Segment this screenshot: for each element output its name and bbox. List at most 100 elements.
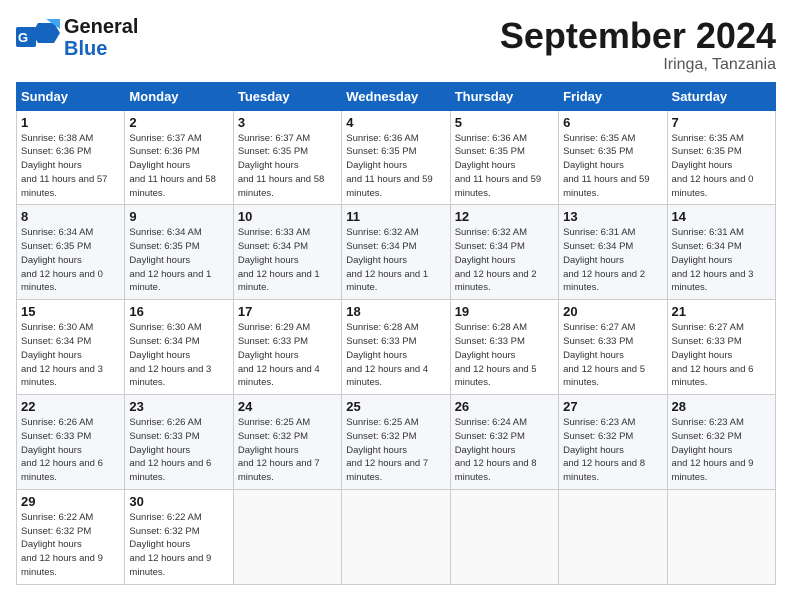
calendar-day-cell: 5 Sunrise: 6:36 AMSunset: 6:35 PMDaylight… <box>450 110 558 205</box>
day-number: 3 <box>238 115 337 130</box>
calendar-day-cell: 20 Sunrise: 6:27 AMSunset: 6:33 PMDayligh… <box>559 300 667 395</box>
day-info: Sunrise: 6:22 AMSunset: 6:32 PMDaylight … <box>21 511 120 580</box>
calendar-day-cell: 1 Sunrise: 6:38 AMSunset: 6:36 PMDaylight… <box>17 110 125 205</box>
calendar-day-cell: 18 Sunrise: 6:28 AMSunset: 6:33 PMDayligh… <box>342 300 450 395</box>
day-info: Sunrise: 6:22 AMSunset: 6:32 PMDaylight … <box>129 511 228 580</box>
day-info: Sunrise: 6:31 AMSunset: 6:34 PMDaylight … <box>672 226 771 295</box>
day-info: Sunrise: 6:36 AMSunset: 6:35 PMDaylight … <box>346 132 445 201</box>
logo-general: General <box>64 16 138 38</box>
day-number: 13 <box>563 209 662 224</box>
day-info: Sunrise: 6:25 AMSunset: 6:32 PMDaylight … <box>238 416 337 485</box>
day-info: Sunrise: 6:38 AMSunset: 6:36 PMDaylight … <box>21 132 120 201</box>
svg-text:G: G <box>18 30 28 45</box>
calendar-day-cell: 23 Sunrise: 6:26 AMSunset: 6:33 PMDayligh… <box>125 395 233 490</box>
logo-icon: G <box>16 19 60 57</box>
page-header: G General Blue September 2024 Iringa, Ta… <box>16 16 776 74</box>
day-number: 15 <box>21 304 120 319</box>
header-friday: Friday <box>559 82 667 110</box>
day-number: 1 <box>21 115 120 130</box>
day-number: 22 <box>21 399 120 414</box>
calendar-day-cell: 24 Sunrise: 6:25 AMSunset: 6:32 PMDayligh… <box>233 395 341 490</box>
title-block: September 2024 Iringa, Tanzania <box>500 16 776 74</box>
day-number: 11 <box>346 209 445 224</box>
day-number: 28 <box>672 399 771 414</box>
calendar-day-cell: 19 Sunrise: 6:28 AMSunset: 6:33 PMDayligh… <box>450 300 558 395</box>
day-info: Sunrise: 6:26 AMSunset: 6:33 PMDaylight … <box>21 416 120 485</box>
calendar-day-cell: 4 Sunrise: 6:36 AMSunset: 6:35 PMDaylight… <box>342 110 450 205</box>
calendar-day-cell: 11 Sunrise: 6:32 AMSunset: 6:34 PMDayligh… <box>342 205 450 300</box>
calendar-day-cell: 12Sunrise: 6:32 AMSunset: 6:34 PMDayligh… <box>450 205 558 300</box>
calendar-day-cell: 22 Sunrise: 6:26 AMSunset: 6:33 PMDayligh… <box>17 395 125 490</box>
calendar-day-cell: 21 Sunrise: 6:27 AMSunset: 6:33 PMDayligh… <box>667 300 775 395</box>
day-info: Sunrise: 6:33 AMSunset: 6:34 PMDaylight … <box>238 226 337 295</box>
day-number: 19 <box>455 304 554 319</box>
empty-cell <box>342 489 450 584</box>
day-number: 24 <box>238 399 337 414</box>
calendar-day-cell: 6 Sunrise: 6:35 AMSunset: 6:35 PMDaylight… <box>559 110 667 205</box>
day-info: Sunrise: 6:28 AMSunset: 6:33 PMDaylight … <box>346 321 445 390</box>
day-info: Sunrise: 6:27 AMSunset: 6:33 PMDaylight … <box>672 321 771 390</box>
calendar-day-cell: 29 Sunrise: 6:22 AMSunset: 6:32 PMDayligh… <box>17 489 125 584</box>
calendar-header-row: Sunday Monday Tuesday Wednesday Thursday… <box>17 82 776 110</box>
calendar-table: Sunday Monday Tuesday Wednesday Thursday… <box>16 82 776 585</box>
day-number: 10 <box>238 209 337 224</box>
day-info: Sunrise: 6:28 AMSunset: 6:33 PMDaylight … <box>455 321 554 390</box>
calendar-week-row: 29 Sunrise: 6:22 AMSunset: 6:32 PMDayligh… <box>17 489 776 584</box>
calendar-day-cell: 28 Sunrise: 6:23 AMSunset: 6:32 PMDayligh… <box>667 395 775 490</box>
day-number: 6 <box>563 115 662 130</box>
location-title: Iringa, Tanzania <box>500 56 776 74</box>
empty-cell <box>559 489 667 584</box>
day-number: 17 <box>238 304 337 319</box>
calendar-week-row: 1 Sunrise: 6:38 AMSunset: 6:36 PMDaylight… <box>17 110 776 205</box>
day-info: Sunrise: 6:31 AMSunset: 6:34 PMDaylight … <box>563 226 662 295</box>
empty-cell <box>450 489 558 584</box>
day-number: 18 <box>346 304 445 319</box>
day-info: Sunrise: 6:29 AMSunset: 6:33 PMDaylight … <box>238 321 337 390</box>
day-number: 21 <box>672 304 771 319</box>
calendar-day-cell: 9Sunrise: 6:34 AMSunset: 6:35 PMDaylight… <box>125 205 233 300</box>
calendar-day-cell: 25Sunrise: 6:25 AMSunset: 6:32 PMDayligh… <box>342 395 450 490</box>
calendar-day-cell: 14 Sunrise: 6:31 AMSunset: 6:34 PMDayligh… <box>667 205 775 300</box>
day-number: 23 <box>129 399 228 414</box>
calendar-day-cell: 15 Sunrise: 6:30 AMSunset: 6:34 PMDayligh… <box>17 300 125 395</box>
empty-cell <box>233 489 341 584</box>
day-info: Sunrise: 6:32 AMSunset: 6:34 PMDaylight … <box>346 226 445 295</box>
day-number: 8 <box>21 209 120 224</box>
day-info: Sunrise: 6:25 AMSunset: 6:32 PMDaylight … <box>346 416 445 485</box>
calendar-week-row: 8 Sunrise: 6:34 AMSunset: 6:35 PMDaylight… <box>17 205 776 300</box>
day-number: 20 <box>563 304 662 319</box>
header-wednesday: Wednesday <box>342 82 450 110</box>
day-number: 14 <box>672 209 771 224</box>
logo: G General Blue <box>16 16 138 60</box>
day-info: Sunrise: 6:23 AMSunset: 6:32 PMDaylight … <box>672 416 771 485</box>
header-monday: Monday <box>125 82 233 110</box>
day-number: 7 <box>672 115 771 130</box>
day-info: Sunrise: 6:35 AMSunset: 6:35 PMDaylight … <box>563 132 662 201</box>
calendar-day-cell: 8Sunrise: 6:34 AMSunset: 6:35 PMDaylight… <box>17 205 125 300</box>
day-info: Sunrise: 6:26 AMSunset: 6:33 PMDaylight … <box>129 416 228 485</box>
day-info: Sunrise: 6:23 AMSunset: 6:32 PMDaylight … <box>563 416 662 485</box>
day-info: Sunrise: 6:27 AMSunset: 6:33 PMDaylight … <box>563 321 662 390</box>
day-number: 4 <box>346 115 445 130</box>
day-number: 27 <box>563 399 662 414</box>
header-saturday: Saturday <box>667 82 775 110</box>
day-info: Sunrise: 6:30 AMSunset: 6:34 PMDaylight … <box>129 321 228 390</box>
calendar-day-cell: 13 Sunrise: 6:31 AMSunset: 6:34 PMDayligh… <box>559 205 667 300</box>
day-number: 26 <box>455 399 554 414</box>
day-number: 2 <box>129 115 228 130</box>
logo-blue: Blue <box>64 38 107 60</box>
calendar-day-cell: 27 Sunrise: 6:23 AMSunset: 6:32 PMDayligh… <box>559 395 667 490</box>
day-info: Sunrise: 6:36 AMSunset: 6:35 PMDaylight … <box>455 132 554 201</box>
day-number: 16 <box>129 304 228 319</box>
calendar-week-row: 22 Sunrise: 6:26 AMSunset: 6:33 PMDayligh… <box>17 395 776 490</box>
day-number: 29 <box>21 494 120 509</box>
day-info: Sunrise: 6:30 AMSunset: 6:34 PMDaylight … <box>21 321 120 390</box>
calendar-day-cell: 3Sunrise: 6:37 AMSunset: 6:35 PMDaylight… <box>233 110 341 205</box>
calendar-day-cell: 2Sunrise: 6:37 AMSunset: 6:36 PMDaylight… <box>125 110 233 205</box>
day-info: Sunrise: 6:34 AMSunset: 6:35 PMDaylight … <box>129 226 228 295</box>
header-thursday: Thursday <box>450 82 558 110</box>
calendar-day-cell: 26Sunrise: 6:24 AMSunset: 6:32 PMDayligh… <box>450 395 558 490</box>
day-info: Sunrise: 6:35 AMSunset: 6:35 PMDaylight … <box>672 132 771 201</box>
day-number: 5 <box>455 115 554 130</box>
calendar-day-cell: 7 Sunrise: 6:35 AMSunset: 6:35 PMDaylight… <box>667 110 775 205</box>
